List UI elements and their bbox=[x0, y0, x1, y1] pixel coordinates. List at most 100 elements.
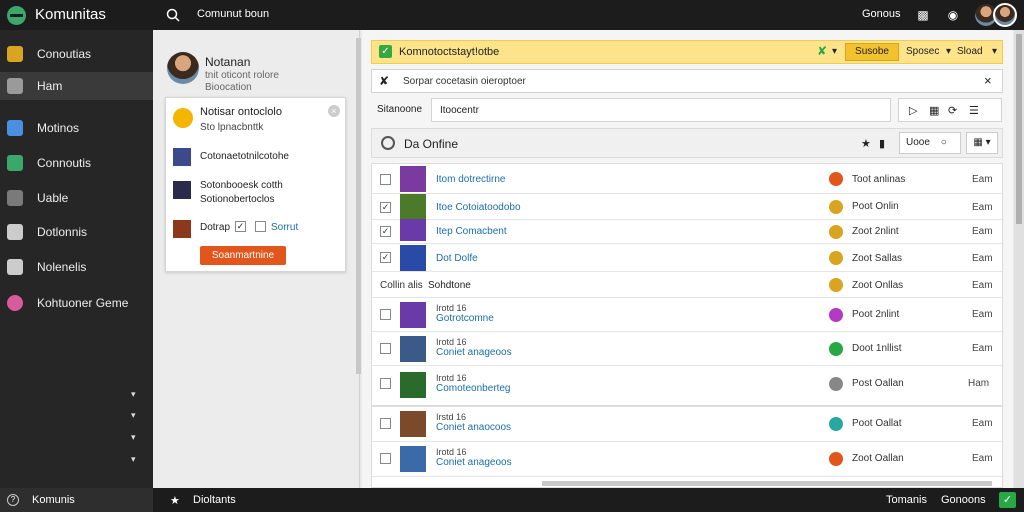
sidebar-item-nolenelis[interactable]: Nolenelis bbox=[0, 253, 153, 281]
row-title[interactable]: Itom dotrectirne bbox=[436, 174, 505, 185]
row-checkbox[interactable] bbox=[380, 309, 391, 320]
panel-scrollbar[interactable] bbox=[356, 38, 361, 374]
menu-icon[interactable]: ☰ bbox=[969, 104, 979, 117]
friends-list: Itom dotrectirne Toot anlinas Eam ✓ Itoe… bbox=[371, 163, 1003, 406]
bottom-right-label[interactable]: Gonoons bbox=[941, 494, 986, 506]
row-meta: Irstd 16 bbox=[436, 412, 467, 422]
card-option-b[interactable]: Sorrut bbox=[271, 222, 298, 233]
table-row[interactable]: Irotd 16 Coniet anageoos Doot 1nllist Ea… bbox=[372, 332, 1002, 366]
row-value: Eam bbox=[972, 280, 993, 291]
chevron-down-icon[interactable]: ▾ bbox=[992, 46, 997, 57]
refresh-icon[interactable]: ⟳ bbox=[948, 104, 957, 117]
search-input[interactable]: Sorpar cocetasin oieroptoer bbox=[403, 76, 526, 87]
grid-view-button[interactable]: ▦ ▾ bbox=[966, 132, 998, 154]
row-checkbox[interactable] bbox=[380, 174, 391, 185]
table-row[interactable]: Irotd 16 Coniet anageoos Zoot Oallan Eam bbox=[372, 442, 1002, 477]
row-title[interactable]: Comoteonberteg bbox=[436, 383, 511, 394]
chat-icon[interactable]: ◉ bbox=[946, 8, 960, 22]
view-dropdown[interactable]: Uooe ○ bbox=[899, 132, 961, 154]
option-a-checkbox[interactable]: ✓ bbox=[235, 221, 246, 232]
horizontal-scrollbar[interactable] bbox=[542, 481, 992, 486]
search-label[interactable]: Comunut boun bbox=[197, 8, 269, 20]
chevron-down-icon[interactable]: ▾ bbox=[946, 46, 951, 57]
user-avatar[interactable] bbox=[993, 3, 1017, 27]
save-icon[interactable]: ▦ bbox=[929, 104, 939, 117]
bottom-mid-label[interactable]: Dioltants bbox=[193, 494, 236, 506]
search-bar[interactable]: ✘ Sorpar cocetasin oieroptoer × bbox=[371, 69, 1003, 93]
filter-input[interactable]: Itoocentr bbox=[431, 98, 891, 122]
option-b-checkbox[interactable] bbox=[255, 221, 266, 232]
card-item[interactable]: Sotonbooesk cotth bbox=[200, 180, 283, 191]
pin-icon[interactable]: ★ bbox=[861, 137, 871, 150]
sidebar-item-conoutias[interactable]: Conoutias bbox=[0, 40, 153, 68]
row-checkbox[interactable]: ✓ bbox=[380, 226, 391, 237]
table-row[interactable]: Irstd 16 Coniet anaocoos Poot Oallat Eam bbox=[372, 407, 1002, 442]
pin-icon[interactable]: ✘ bbox=[817, 44, 827, 58]
game-thumbnail bbox=[173, 148, 191, 166]
account-label[interactable]: Gonous bbox=[862, 8, 901, 20]
table-row[interactable]: ✓ Itep Comacbent Zoot 2nlint Eam bbox=[372, 219, 1002, 244]
trash-icon[interactable]: ▮ bbox=[879, 137, 885, 150]
notice-button[interactable]: Susobe bbox=[845, 43, 899, 61]
help-icon[interactable]: ? bbox=[7, 494, 19, 506]
home-icon bbox=[7, 78, 23, 94]
bottom-right-label[interactable]: Tomanis bbox=[886, 494, 927, 506]
row-checkbox[interactable]: ✓ bbox=[380, 202, 391, 213]
chevron-down-icon[interactable]: ▾ bbox=[832, 46, 837, 57]
puzzle-icon bbox=[7, 120, 23, 136]
row-title[interactable]: Itoe Cotoiatoodobo bbox=[436, 202, 521, 213]
arrow-icon[interactable]: ▾ bbox=[131, 454, 136, 465]
card-action-button[interactable]: Soanmartnine bbox=[200, 246, 286, 265]
game-thumbnail bbox=[400, 166, 426, 192]
sidebar-item-dotlonnis[interactable]: Dotlonnis bbox=[0, 218, 153, 246]
profile-avatar[interactable] bbox=[167, 52, 199, 84]
row-title[interactable]: Gotrotcomne bbox=[436, 313, 494, 324]
sidebar-item-ham[interactable]: Ham bbox=[0, 72, 153, 100]
table-row[interactable]: Irotd 16 Gotrotcomne Poot 2nlint Eam bbox=[372, 298, 1002, 332]
row-meta: Irotd 16 bbox=[436, 373, 467, 383]
close-icon[interactable]: × bbox=[328, 105, 340, 117]
arrow-icon[interactable]: ▾ bbox=[131, 410, 136, 421]
bottom-left-label[interactable]: Komunis bbox=[32, 494, 75, 506]
row-checkbox[interactable]: ✓ bbox=[380, 252, 391, 263]
clear-icon[interactable]: × bbox=[984, 73, 992, 88]
status-ok-icon[interactable]: ✓ bbox=[999, 492, 1016, 508]
row-checkbox[interactable] bbox=[380, 378, 391, 389]
row-checkbox[interactable] bbox=[380, 343, 391, 354]
notice-link[interactable]: Sload bbox=[957, 46, 983, 57]
row-title[interactable]: Itep Comacbent bbox=[436, 226, 507, 237]
table-row[interactable]: ✓ Dot Dolfe Zoot Sallas Eam bbox=[372, 244, 1002, 272]
game-thumbnail bbox=[400, 411, 426, 437]
inbox-icon[interactable]: ▩ bbox=[916, 8, 930, 22]
sidebar-item-connoutis[interactable]: Connoutis bbox=[0, 149, 153, 177]
card-item[interactable]: Sotionobertoclos bbox=[200, 194, 275, 205]
table-row[interactable]: Itom dotrectirne Toot anlinas Eam bbox=[372, 164, 1002, 194]
pin-icon[interactable]: ★ bbox=[170, 494, 180, 507]
arrow-icon[interactable]: ▾ bbox=[131, 432, 136, 443]
row-checkbox[interactable] bbox=[380, 453, 391, 464]
card-option-a[interactable]: Dotrap bbox=[200, 222, 230, 233]
row-status: Zoot 2nlint bbox=[852, 226, 899, 237]
row-meta: Irotd 16 bbox=[436, 337, 467, 347]
arrow-icon[interactable]: ▾ bbox=[131, 389, 136, 400]
play-icon[interactable]: ▷ bbox=[909, 104, 917, 117]
row-title[interactable]: Coniet anageoos bbox=[436, 347, 512, 358]
profile-name[interactable]: Notanan bbox=[205, 55, 250, 69]
search-icon[interactable] bbox=[166, 8, 180, 22]
table-row[interactable]: Irotd 16 Comoteonberteg Post Oallan Ham bbox=[372, 366, 1002, 405]
sidebar-item-uable[interactable]: Uable bbox=[0, 184, 153, 212]
scrollbar-thumb[interactable] bbox=[1016, 34, 1022, 224]
table-row[interactable]: ✓ Itoe Cotoiatoodobo Poot Onlin Eam bbox=[372, 194, 1002, 220]
game-thumbnail bbox=[400, 219, 426, 241]
notice-link[interactable]: Sposec bbox=[906, 46, 939, 57]
row-title[interactable]: Coniet anageoos bbox=[436, 457, 512, 468]
row-checkbox[interactable] bbox=[380, 418, 391, 429]
sidebar-item-motinos[interactable]: Motinos bbox=[0, 114, 153, 142]
row-status: Zoot Sallas bbox=[852, 253, 903, 264]
sidebar-item-label: Motinos bbox=[37, 121, 80, 135]
card-item[interactable]: Cotonaetotnilcotohe bbox=[200, 151, 289, 162]
page-scrollbar[interactable] bbox=[1014, 30, 1024, 488]
row-title[interactable]: Coniet anaocoos bbox=[436, 422, 511, 433]
row-title[interactable]: Dot Dolfe bbox=[436, 253, 478, 264]
sidebar-item-kohtuoner-geme[interactable]: Kohtuoner Geme bbox=[0, 289, 153, 317]
